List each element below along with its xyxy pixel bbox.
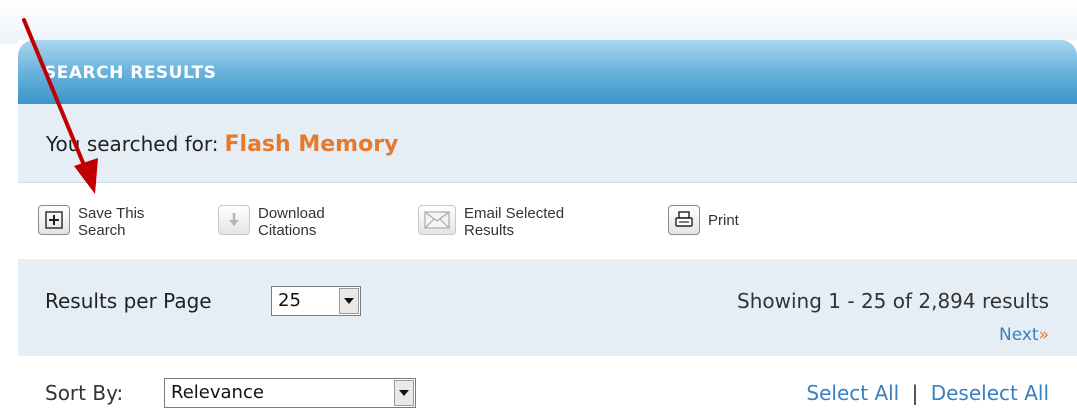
annotation-arrow (22, 18, 98, 194)
